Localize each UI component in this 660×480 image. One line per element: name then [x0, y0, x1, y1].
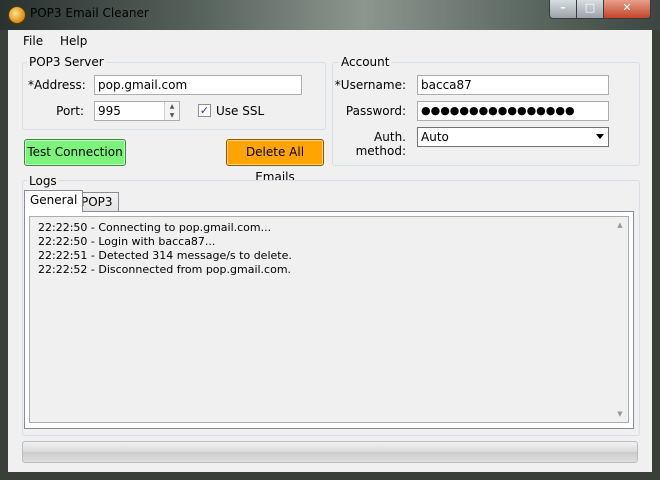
maximize-icon[interactable]: □ [576, 0, 604, 19]
scroll-up-icon[interactable]: ▲ [612, 217, 628, 233]
logs-label: Logs [27, 174, 59, 188]
delete-all-emails-button[interactable]: Delete All Emails [226, 139, 324, 184]
log-output[interactable]: 22:22:50 - Connecting to pop.gmail.com..… [29, 216, 629, 423]
log-line: 22:22:52 - Disconnected from pop.gmail.c… [38, 263, 292, 276]
log-line: 22:22:51 - Detected 314 message/s to del… [38, 249, 292, 262]
log-line: 22:22:50 - Login with bacca87... [38, 235, 216, 248]
app-window: POP3 Email Cleaner – □ ✕ File Help POP3 … [0, 0, 660, 480]
auth-method-value: Auto [421, 130, 449, 144]
account-label: Account [339, 55, 392, 69]
use-ssl-label: Use SSL [216, 104, 265, 118]
tab-general[interactable]: General [24, 190, 84, 212]
port-stepper[interactable]: 995 ▲ ▼ [94, 101, 180, 121]
use-ssl-checkbox[interactable]: ✓ [198, 104, 211, 117]
title-bar[interactable]: POP3 Email Cleaner – □ ✕ [0, 0, 660, 30]
port-value: 995 [98, 104, 121, 118]
address-label: *Address: [28, 78, 86, 92]
close-icon[interactable]: ✕ [603, 0, 651, 19]
pop3-server-label: POP3 Server [27, 55, 106, 69]
app-icon [8, 6, 26, 24]
log-line: 22:22:50 - Connecting to pop.gmail.com..… [38, 221, 272, 234]
menu-file[interactable]: File [23, 34, 43, 48]
auth-method-select[interactable]: Auto [417, 127, 609, 147]
address-input[interactable]: pop.gmail.com [94, 75, 302, 95]
auth-method-label: Auth. method: [355, 130, 406, 158]
test-connection-button[interactable]: Test Connection [24, 139, 126, 166]
progress-bar [22, 441, 638, 463]
spin-up-icon[interactable]: ▲ [165, 102, 179, 111]
window-title: POP3 Email Cleaner [30, 6, 149, 20]
client-area: File Help POP3 Server *Address: pop.gmai… [8, 30, 652, 472]
tab-panel-general: 22:22:50 - Connecting to pop.gmail.com..… [24, 211, 634, 429]
port-label: Port: [56, 104, 84, 118]
menu-bar: File Help [8, 30, 652, 52]
chevron-down-icon [596, 134, 604, 139]
password-input[interactable]: ●●●●●●●●●●●●●●●● [417, 101, 609, 121]
username-label: *Username: [334, 78, 406, 92]
checkmark-icon: ✓ [199, 104, 210, 117]
log-scrollbar[interactable]: ▲ ▼ [612, 217, 628, 422]
password-label: Password: [345, 104, 406, 118]
menu-help[interactable]: Help [60, 34, 87, 48]
scroll-down-icon[interactable]: ▼ [612, 406, 628, 422]
minimize-icon[interactable]: – [549, 0, 577, 19]
spin-down-icon[interactable]: ▼ [165, 111, 179, 120]
port-spinner[interactable]: ▲ ▼ [164, 102, 179, 120]
username-input[interactable]: bacca87 [417, 75, 609, 95]
